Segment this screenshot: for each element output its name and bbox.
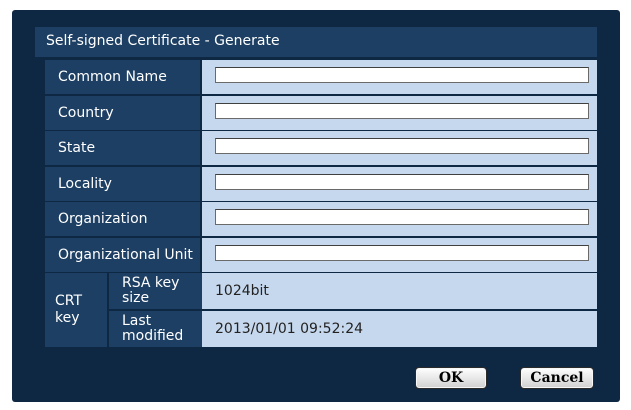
common-name-cell <box>202 60 597 94</box>
state-row: State <box>45 131 597 165</box>
country-row: Country <box>45 96 597 130</box>
last-modified-value: 2013/01/01 09:52:24 <box>202 311 597 347</box>
crt-key-label-line2: key <box>55 310 80 326</box>
country-cell <box>202 96 597 130</box>
rsa-key-size-label: RSA key size <box>109 273 202 309</box>
cancel-button[interactable]: Cancel <box>520 367 594 389</box>
rsa-key-size-label-line2: size <box>122 290 150 306</box>
locality-label: Locality <box>45 167 200 201</box>
state-cell <box>202 131 597 165</box>
organization-label: Organization <box>45 202 200 236</box>
organizational-unit-label: Organizational Unit <box>45 238 200 272</box>
last-modified-label-line2: modified <box>122 328 184 344</box>
ok-button[interactable]: OK <box>415 367 487 389</box>
common-name-label: Common Name <box>45 60 200 94</box>
crt-key-label: CRT key <box>45 273 107 347</box>
country-input[interactable] <box>215 103 589 119</box>
last-modified-label: Last modified <box>109 311 202 347</box>
organization-cell <box>202 202 597 236</box>
organizational-unit-input[interactable] <box>215 245 589 261</box>
dialog-title: Self-signed Certificate - Generate <box>46 33 280 49</box>
crt-key-label-line1: CRT <box>55 293 83 309</box>
dialog-title-bar: Self-signed Certificate - Generate <box>35 27 597 57</box>
organization-row: Organization <box>45 202 597 236</box>
locality-input[interactable] <box>215 174 589 190</box>
common-name-row: Common Name <box>45 60 597 94</box>
country-label: Country <box>45 96 200 130</box>
organizational-unit-cell <box>202 238 597 272</box>
rsa-key-size-value: 1024bit <box>202 273 597 309</box>
locality-cell <box>202 167 597 201</box>
rsa-key-size-label-line1: RSA key <box>122 275 180 291</box>
common-name-input[interactable] <box>215 67 589 83</box>
locality-row: Locality <box>45 167 597 201</box>
state-label: State <box>45 131 200 165</box>
last-modified-label-line1: Last <box>122 313 152 329</box>
organizational-unit-row: Organizational Unit <box>45 238 597 272</box>
organization-input[interactable] <box>215 209 589 225</box>
state-input[interactable] <box>215 138 589 154</box>
